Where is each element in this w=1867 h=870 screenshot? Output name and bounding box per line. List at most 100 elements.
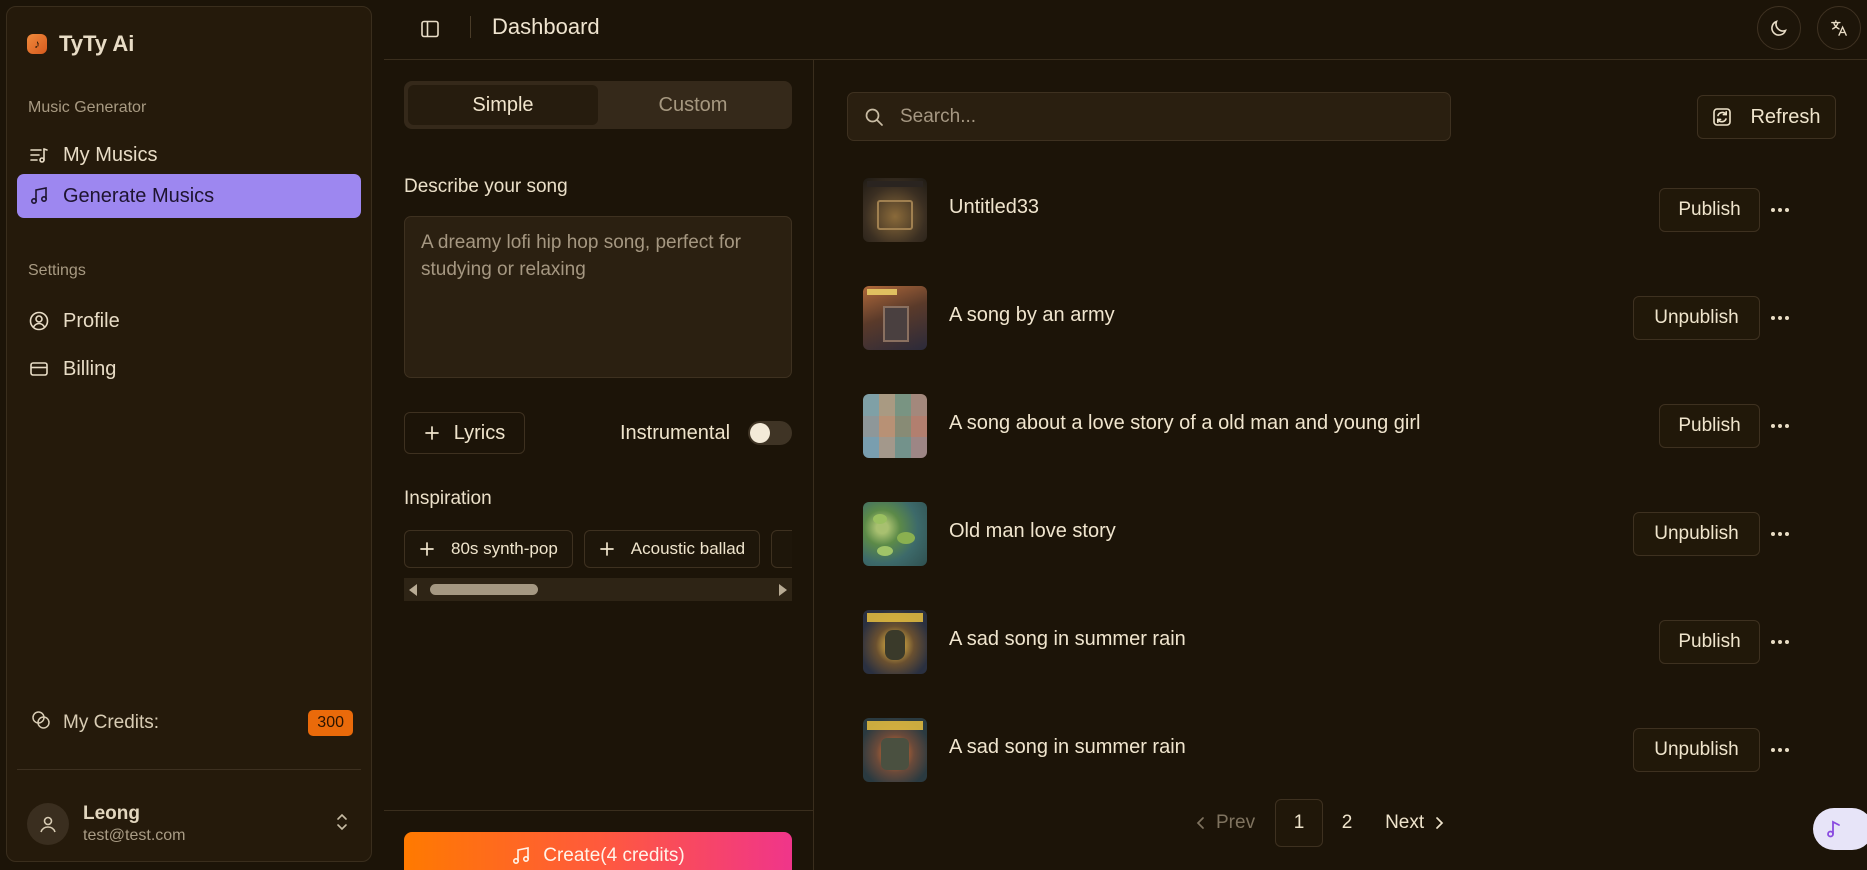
more-options-icon[interactable] xyxy=(1768,524,1792,544)
credit-card-icon xyxy=(29,359,49,379)
tab-simple[interactable]: Simple xyxy=(408,85,598,125)
search-bar[interactable] xyxy=(847,92,1451,141)
more-options-icon[interactable] xyxy=(1768,416,1792,436)
publish-button[interactable]: Publish xyxy=(1659,404,1760,448)
song-cover-image[interactable] xyxy=(863,610,927,674)
sidebar-item-my-musics[interactable]: My Musics xyxy=(17,133,361,177)
song-description-input[interactable]: A dreamy lofi hip hop song, perfect for … xyxy=(404,216,792,378)
user-email: test@test.com xyxy=(83,827,186,844)
song-cover-image[interactable] xyxy=(863,178,927,242)
song-row[interactable]: A song about a love story of a old man a… xyxy=(863,394,1823,502)
page-number[interactable]: 2 xyxy=(1323,799,1371,847)
instrumental-toggle[interactable] xyxy=(748,421,792,445)
mode-tabs: Simple Custom xyxy=(404,81,792,129)
create-button[interactable]: Create(4 credits) xyxy=(404,832,792,870)
next-page-button[interactable]: Next xyxy=(1385,812,1444,834)
sidebar-panel-icon xyxy=(421,20,439,38)
music-player-button[interactable] xyxy=(1813,808,1867,850)
music-list-panel: Refresh Untitled33 Publish A song by an … xyxy=(815,60,1867,870)
song-row[interactable]: A song by an army Unpublish xyxy=(863,286,1823,394)
create-button-label: Create(4 credits) xyxy=(543,845,685,866)
chevrons-up-down-icon xyxy=(335,812,349,837)
sidebar-item-label: Generate Musics xyxy=(63,184,215,207)
refresh-button-label: Refresh xyxy=(1750,105,1821,128)
theme-toggle-button[interactable] xyxy=(1757,6,1801,50)
chevron-left-icon xyxy=(1196,817,1204,829)
instrumental-label: Instrumental xyxy=(620,422,731,444)
moon-icon xyxy=(1771,20,1787,36)
inspiration-chip[interactable]: 80s synth-pop xyxy=(404,530,573,568)
panel-divider xyxy=(384,810,813,811)
scroll-left-arrow-icon[interactable] xyxy=(409,584,417,596)
toggle-sidebar-button[interactable] xyxy=(418,17,442,41)
top-bar: Dashboard xyxy=(384,0,1867,60)
brand[interactable]: ♪ TyTy Ai xyxy=(27,31,134,57)
user-menu[interactable]: Leong test@test.com xyxy=(27,801,357,847)
publish-button[interactable]: Publish xyxy=(1659,620,1760,664)
search-icon xyxy=(865,108,883,126)
add-lyrics-button[interactable]: Lyrics xyxy=(404,412,525,454)
user-circle-icon xyxy=(29,311,49,331)
unpublish-button[interactable]: Unpublish xyxy=(1633,728,1760,772)
chip-label: 80s synth-pop xyxy=(451,539,558,558)
user-icon xyxy=(40,816,56,833)
sidebar-item-billing[interactable]: Billing xyxy=(17,347,361,391)
more-options-icon[interactable] xyxy=(1768,308,1792,328)
unpublish-button[interactable]: Unpublish xyxy=(1633,512,1760,556)
music-note-icon xyxy=(29,186,49,206)
prev-label: Prev xyxy=(1216,812,1256,833)
lyrics-button-label: Lyrics xyxy=(453,421,506,444)
song-cover-image[interactable] xyxy=(863,286,927,350)
song-title: A song by an army xyxy=(949,304,1115,326)
song-title: Untitled33 xyxy=(949,196,1040,218)
sidebar-item-label: Profile xyxy=(63,309,120,332)
toggle-knob xyxy=(750,423,770,443)
tab-custom[interactable]: Custom xyxy=(598,85,788,125)
playlist-icon xyxy=(29,145,49,165)
inspiration-chip[interactable]: Acoustic ballad xyxy=(583,530,761,568)
more-options-icon[interactable] xyxy=(1768,740,1792,760)
sidebar: ♪ TyTy Ai Music Generator My Musics Gene… xyxy=(6,6,372,862)
create-panel: Simple Custom Describe your song A dream… xyxy=(384,60,814,870)
avatar xyxy=(27,803,69,845)
translate-icon xyxy=(1831,20,1847,36)
refresh-button[interactable]: Refresh xyxy=(1697,95,1836,139)
prev-page-button[interactable]: Prev xyxy=(1196,812,1255,834)
topbar-separator xyxy=(470,16,471,38)
song-row[interactable]: A sad song in summer rain Publish xyxy=(863,610,1823,718)
brand-logo-icon: ♪ xyxy=(27,34,47,54)
sidebar-item-label: My Musics xyxy=(63,143,158,166)
sidebar-item-profile[interactable]: Profile xyxy=(17,299,361,343)
inspiration-label: Inspiration xyxy=(404,488,492,509)
scrollbar-thumb[interactable] xyxy=(430,584,538,595)
song-row[interactable]: Untitled33 Publish xyxy=(863,178,1823,286)
language-button[interactable] xyxy=(1817,6,1861,50)
publish-button[interactable]: Publish xyxy=(1659,188,1760,232)
more-options-icon[interactable] xyxy=(1768,200,1792,220)
song-title: A sad song in summer rain xyxy=(949,628,1186,650)
music-generator-group-label: Music Generator xyxy=(28,99,147,116)
brand-title: TyTy Ai xyxy=(59,31,135,56)
song-row[interactable]: Old man love story Unpublish xyxy=(863,502,1823,610)
coins-icon xyxy=(31,710,51,736)
scroll-right-arrow-icon[interactable] xyxy=(779,584,787,596)
song-list: Untitled33 Publish A song by an army Unp… xyxy=(863,178,1823,826)
sidebar-item-generate-musics[interactable]: Generate Musics xyxy=(17,174,361,218)
song-cover-image[interactable] xyxy=(863,718,927,782)
chips-scrollbar[interactable] xyxy=(404,578,792,601)
user-name: Leong xyxy=(83,803,140,824)
describe-label: Describe your song xyxy=(404,176,568,197)
inspiration-chip[interactable] xyxy=(771,530,792,568)
credits-display: My Credits: 300 xyxy=(31,709,353,737)
page-title: Dashboard xyxy=(492,14,600,39)
unpublish-button[interactable]: Unpublish xyxy=(1633,296,1760,340)
song-title: A sad song in summer rain xyxy=(949,736,1186,758)
song-cover-image[interactable] xyxy=(863,502,927,566)
more-options-icon[interactable] xyxy=(1768,632,1792,652)
credits-badge: 300 xyxy=(308,710,353,736)
plus-icon xyxy=(599,542,614,556)
search-input[interactable] xyxy=(900,105,1450,128)
refresh-icon xyxy=(1713,108,1732,126)
page-number-current[interactable]: 1 xyxy=(1275,799,1324,847)
song-cover-image[interactable] xyxy=(863,394,927,458)
